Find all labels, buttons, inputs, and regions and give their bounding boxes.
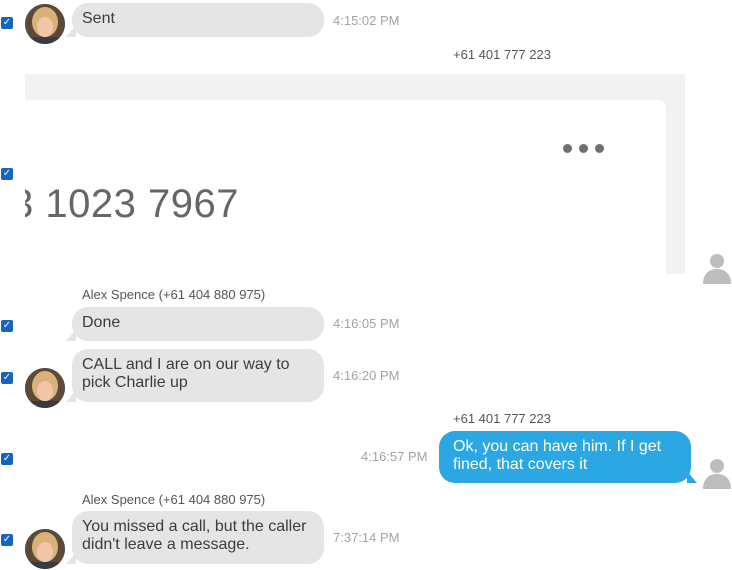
message-bubble-outgoing: Ok, you can have him. If I get fined, th… [439,431,697,483]
contact-avatar [25,529,65,569]
message-select-checkbox[interactable]: ✓ [1,17,13,29]
message-time: 4:16:20 PM [333,368,400,383]
attachment-phone-number: 3 1023 7967 [25,182,239,226]
message-text: CALL and I are on our way to pick Charli… [82,356,290,391]
contact-avatar [25,4,65,44]
more-dots-icon [563,140,611,158]
message-bubble: You missed a call, but the caller didn't… [66,511,324,564]
message-select-checkbox[interactable]: ✓ [1,453,13,465]
message-sender: Alex Spence (+61 404 880 975) [82,287,266,302]
message-select-checkbox[interactable]: ✓ [1,372,13,384]
image-attachment[interactable]: 3 1023 7967 [25,74,685,274]
message-select-checkbox[interactable]: ✓ [1,320,13,332]
message-time: 4:16:05 PM [333,316,400,331]
message-text: Sent [82,10,115,27]
message-sender: +61 401 777 223 [453,47,551,62]
message-bubble: Done [66,307,324,341]
message-text: You missed a call, but the caller didn't… [82,518,307,553]
contact-avatar [25,368,65,408]
message-text: Done [82,314,121,331]
message-time: 7:37:14 PM [333,530,400,545]
message-sender: +61 401 777 223 [453,411,551,426]
message-time: 4:15:02 PM [333,13,400,28]
message-bubble: Sent [66,3,324,37]
message-time: 4:16:57 PM [361,449,428,464]
person-silhouette-icon [703,459,731,489]
message-select-checkbox[interactable]: ✓ [1,534,13,546]
person-silhouette-icon [703,254,731,284]
message-sender: Alex Spence (+61 404 880 975) [82,492,266,507]
message-bubble: CALL and I are on our way to pick Charli… [66,349,324,402]
message-text: Ok, you can have him. If I get fined, th… [453,438,662,473]
message-select-checkbox[interactable]: ✓ [1,168,13,180]
